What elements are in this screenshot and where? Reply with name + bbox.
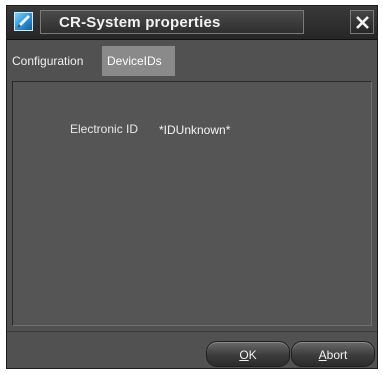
properties-dialog: CR-System properties Configuration Devic… (6, 5, 378, 369)
close-icon (356, 16, 369, 29)
tab-deviceids[interactable]: DeviceIDs (102, 46, 175, 76)
app-icon (14, 12, 33, 31)
ok-label-rest: K (248, 348, 257, 362)
ok-mnemonic: O (239, 348, 249, 362)
electronic-id-label: Electronic ID (70, 122, 139, 136)
title-bar[interactable]: CR-System properties (7, 6, 377, 40)
tab-strip: Configuration DeviceIDs (7, 46, 377, 76)
window-title: CR-System properties (59, 14, 221, 31)
footer-divider (7, 331, 377, 332)
deviceids-panel: Electronic ID *IDUnknown* (12, 81, 372, 326)
title-panel: CR-System properties (40, 10, 304, 34)
close-button[interactable] (350, 10, 374, 34)
abort-mnemonic: A (318, 348, 327, 362)
ok-button[interactable]: OK (206, 341, 290, 367)
abort-label-rest: bort (326, 348, 348, 362)
abort-button[interactable]: Abort (291, 341, 375, 367)
tab-configuration[interactable]: Configuration (7, 46, 101, 76)
electronic-id-value: *IDUnknown* (159, 123, 231, 137)
